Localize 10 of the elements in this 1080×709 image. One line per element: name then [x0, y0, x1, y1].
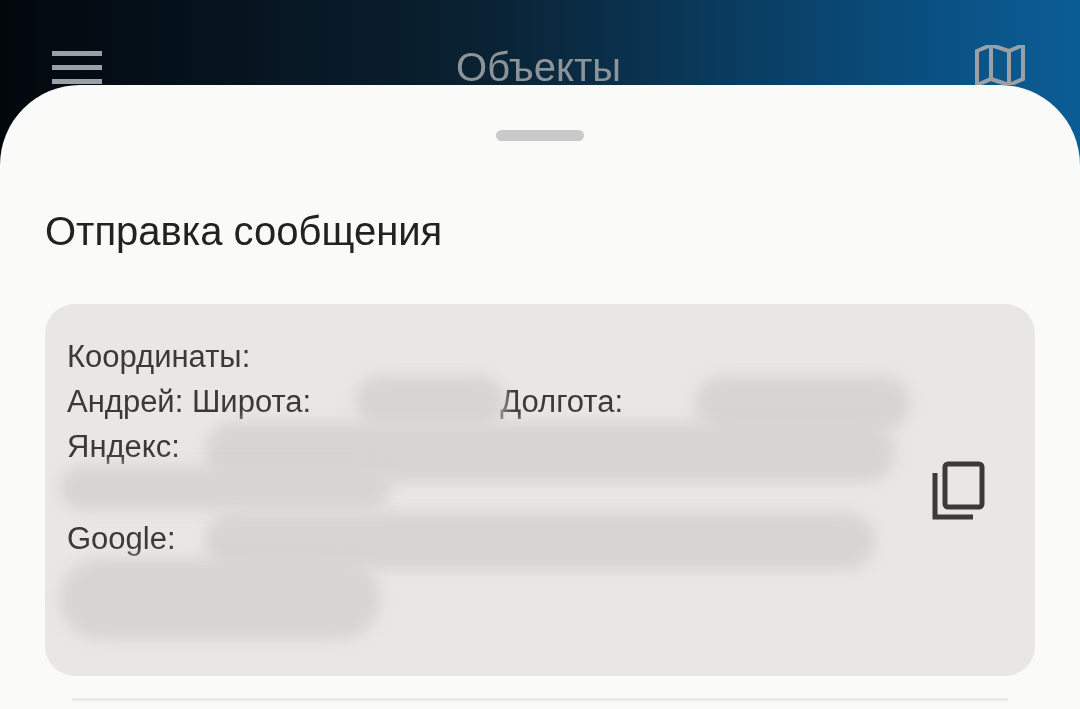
- copy-icon[interactable]: [931, 461, 985, 521]
- sheet-title: Отправка сообщения: [45, 208, 444, 254]
- coordinates-text: Андрей: Широта:: [67, 383, 312, 420]
- screen-title: Объекты: [456, 44, 621, 90]
- coordinates-text: Координаты:: [67, 338, 251, 375]
- coordinates-text: Яндекс:: [67, 428, 180, 465]
- coordinates-text: Google:: [67, 520, 176, 557]
- map-icon[interactable]: [975, 45, 1025, 85]
- coordinates-text: Долгота:: [500, 383, 624, 420]
- drag-handle[interactable]: [496, 130, 584, 141]
